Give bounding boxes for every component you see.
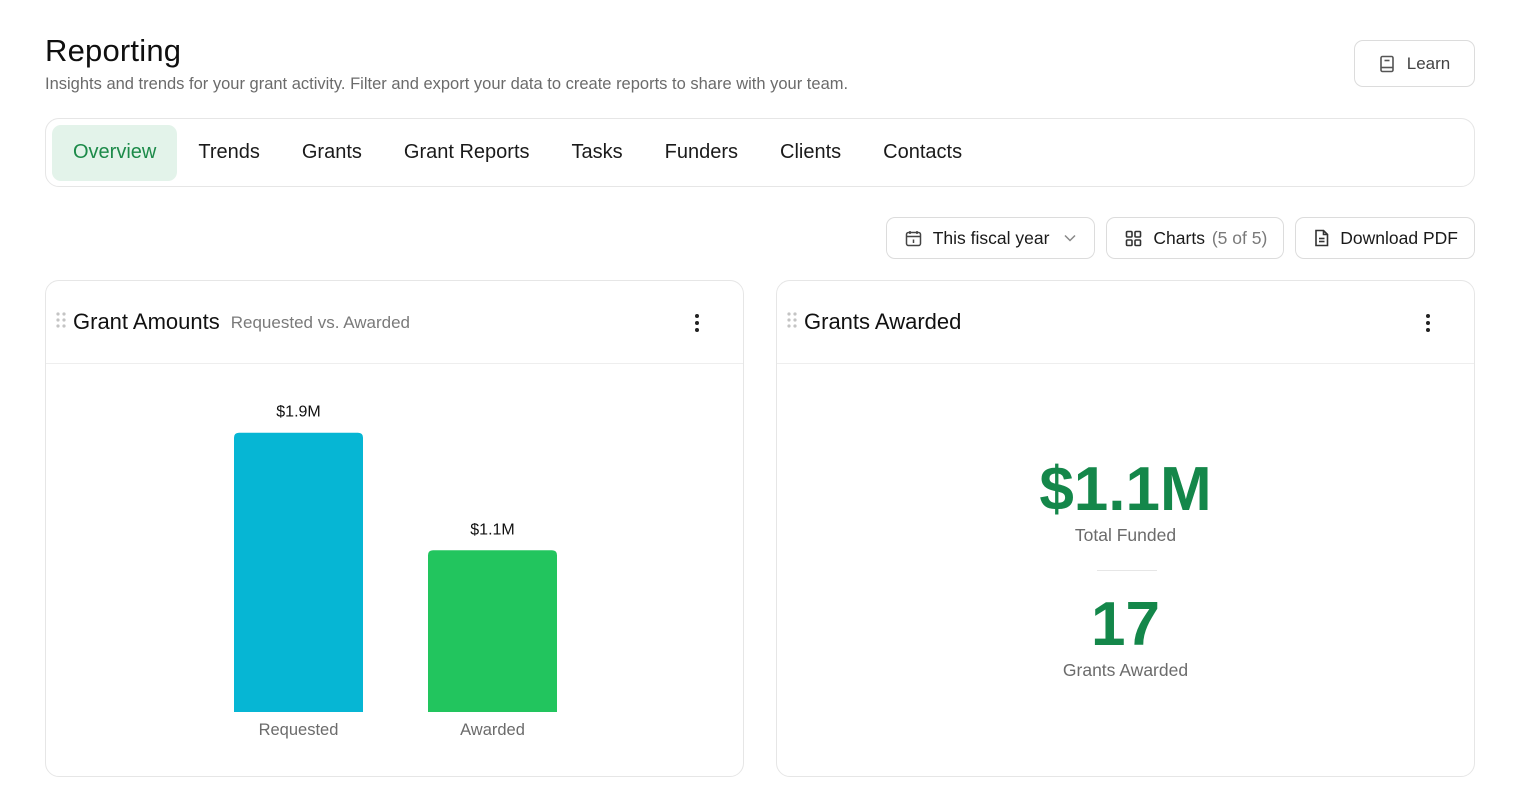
charts-button-label: Charts	[1153, 227, 1205, 248]
more-options-icon[interactable]	[691, 313, 703, 333]
tab-trends[interactable]: Trends	[177, 125, 281, 181]
tab-overview[interactable]: Overview	[52, 124, 178, 181]
date-range-label: This fiscal year	[932, 227, 1050, 248]
bar-awarded[interactable]	[428, 550, 557, 712]
grid-icon	[1125, 230, 1142, 247]
download-pdf-label: Download PDF	[1340, 227, 1458, 248]
report-toolbar: This fiscal year Charts (5 of 5) Downloa…	[885, 217, 1475, 259]
drag-handle-icon[interactable]	[786, 311, 804, 334]
grants-awarded-count-label: Grants Awarded	[1062, 660, 1189, 680]
page-subtitle: Insights and trends for your grant activ…	[45, 75, 849, 93]
document-icon	[1314, 229, 1329, 247]
tab-contacts[interactable]: Contacts	[862, 125, 983, 181]
tab-funders[interactable]: Funders	[644, 125, 759, 181]
charts-count: (5 of 5)	[1211, 227, 1268, 248]
calendar-icon	[905, 230, 922, 247]
charts-button[interactable]: Charts (5 of 5)	[1106, 217, 1285, 259]
tab-tasks[interactable]: Tasks	[551, 125, 644, 181]
page-title: Reporting	[45, 33, 182, 68]
grants-awarded-count: 17	[1091, 590, 1160, 659]
grant-amounts-subtitle: Requested vs. Awarded	[230, 313, 410, 332]
tab-clients[interactable]: Clients	[759, 125, 862, 181]
tab-grants[interactable]: Grants	[281, 125, 383, 181]
download-pdf-button[interactable]: Download PDF	[1295, 217, 1475, 259]
total-funded-label: Total Funded	[1074, 525, 1177, 545]
book-icon	[1379, 55, 1395, 73]
grants-awarded-card-header: Grants Awarded	[777, 281, 1474, 364]
grant-amounts-card-header: Grant Amounts Requested vs. Awarded	[46, 281, 743, 364]
more-options-icon[interactable]	[1422, 313, 1434, 333]
grant-amounts-bar-chart: $1.9M Requested $1.1M Awarded	[234, 404, 557, 739]
grant-amounts-chart: $1.9M Requested $1.1M Awarded	[46, 365, 743, 776]
grants-awarded-title: Grants Awarded	[804, 309, 962, 334]
date-range-select[interactable]: This fiscal year	[885, 217, 1096, 259]
total-funded-value: $1.1M	[1039, 455, 1212, 524]
grants-awarded-card: Grants Awarded $1.1M Total Funded 17 Gra…	[776, 280, 1475, 777]
category-label: Requested	[259, 721, 339, 739]
category-label: Awarded	[460, 721, 525, 739]
grant-amounts-title: Grant Amounts	[73, 309, 220, 334]
learn-button-label: Learn	[1406, 53, 1451, 73]
drag-handle-icon[interactable]	[55, 311, 73, 334]
bar-requested[interactable]	[234, 432, 363, 712]
chevron-down-icon	[1064, 234, 1076, 242]
reporting-tabs: Overview Trends Grants Grant Reports Tas…	[45, 118, 1475, 187]
tab-grant-reports[interactable]: Grant Reports	[383, 125, 551, 181]
grant-amounts-card: Grant Amounts Requested vs. Awarded $1.9…	[45, 280, 744, 777]
grants-awarded-stats: $1.1M Total Funded 17 Grants Awarded	[777, 365, 1474, 776]
bar-value-label: $1.1M	[470, 521, 514, 538]
stats-divider	[1097, 570, 1157, 571]
bar-value-label: $1.9M	[276, 404, 320, 421]
page-header: Reporting Insights and trends for your g…	[45, 32, 848, 94]
learn-button[interactable]: Learn	[1354, 40, 1475, 87]
